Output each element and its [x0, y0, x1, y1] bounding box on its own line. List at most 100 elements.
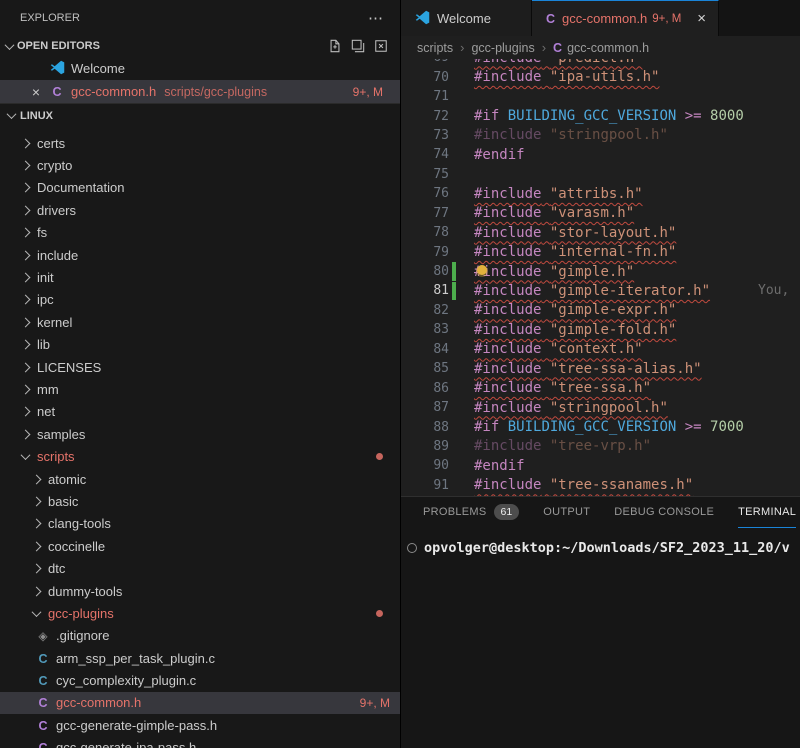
- gutter-spacer: [452, 301, 456, 319]
- token: #endif: [474, 458, 525, 474]
- tree-item-lib[interactable]: lib: [0, 334, 400, 356]
- panel-tab-terminal[interactable]: TERMINAL: [738, 497, 796, 528]
- tree-item-certs[interactable]: certs: [0, 132, 400, 154]
- code-line-84[interactable]: 84#include "context.h": [401, 340, 800, 359]
- tree-item-documentation[interactable]: Documentation: [0, 177, 400, 199]
- chevron-right-icon: [21, 362, 31, 372]
- c-header-file-icon: C: [36, 718, 50, 733]
- code-text: #endif: [474, 458, 525, 474]
- panel-tab-problems[interactable]: PROBLEMS61: [423, 497, 519, 528]
- gutter-spacer: [452, 165, 456, 183]
- code-line-70[interactable]: 70#include "ipa-utils.h": [401, 67, 800, 86]
- code-line-87[interactable]: 87#include "stringpool.h": [401, 398, 800, 417]
- code-line-77[interactable]: 77#include "varasm.h": [401, 204, 800, 223]
- code-line-69[interactable]: 69#include "predict.h": [401, 59, 800, 67]
- breadcrumb-item-scripts[interactable]: scripts: [417, 41, 453, 55]
- code-line-74[interactable]: 74#endif: [401, 145, 800, 164]
- code-line-73[interactable]: 73#include "stringpool.h": [401, 126, 800, 145]
- code-line-72[interactable]: 72#if BUILDING_GCC_VERSION >= 8000: [401, 106, 800, 125]
- close-editor-icon[interactable]: ×: [0, 84, 48, 100]
- line-number: 90: [401, 458, 449, 473]
- chevron-right-icon: [32, 496, 42, 506]
- vscode-logo-icon: [415, 10, 430, 28]
- open-editor-description: scripts/gcc-plugins: [164, 85, 267, 99]
- code-line-75[interactable]: 75: [401, 165, 800, 184]
- panel-tab-output[interactable]: OUTPUT: [543, 497, 590, 528]
- tree-item-dtc[interactable]: dtc: [0, 557, 400, 579]
- tree-item-licenses[interactable]: LICENSES: [0, 356, 400, 378]
- tree-item-gcc-generate-ipa-pass-h[interactable]: Cgcc-generate-ipa-pass.h: [0, 737, 400, 748]
- tree-item-mm[interactable]: mm: [0, 378, 400, 400]
- tab-gcc-common-h[interactable]: Cgcc-common.h9+, M×: [532, 0, 719, 36]
- code-line-90[interactable]: 90 #endif: [401, 456, 800, 475]
- save-all-icon[interactable]: [351, 39, 365, 53]
- gutter-spacer: [452, 146, 456, 164]
- code-line-88[interactable]: 88#if BUILDING_GCC_VERSION >= 7000: [401, 417, 800, 436]
- code-line-83[interactable]: 83#include "gimple-fold.h": [401, 320, 800, 339]
- lightbulb-icon[interactable]: [477, 265, 487, 275]
- tree-item-gcc-plugins[interactable]: gcc-plugins: [0, 602, 400, 624]
- tab-welcome[interactable]: Welcome: [401, 0, 532, 36]
- line-number: 70: [401, 70, 449, 85]
- panel-tab-debug-console[interactable]: DEBUG CONSOLE: [614, 497, 714, 528]
- code-line-85[interactable]: 85#include "tree-ssa-alias.h": [401, 359, 800, 378]
- line-number: 80: [401, 264, 449, 279]
- open-editors-header[interactable]: OPEN EDITORS: [0, 35, 400, 57]
- tree-item-scripts[interactable]: scripts: [0, 445, 400, 467]
- code-line-76[interactable]: 76#include "attribs.h": [401, 184, 800, 203]
- workspace-header[interactable]: LINUX: [0, 103, 400, 127]
- token: #include: [474, 302, 541, 318]
- close-all-editors-icon[interactable]: [374, 39, 388, 53]
- tree-item-clang-tools[interactable]: clang-tools: [0, 513, 400, 535]
- code-line-80[interactable]: 80#include "gimple.h": [401, 262, 800, 281]
- code-editor[interactable]: 69#include "predict.h"70#include "ipa-ut…: [401, 59, 800, 496]
- gutter-spacer: [452, 185, 456, 203]
- tree-item-crypto[interactable]: crypto: [0, 154, 400, 176]
- tree-item-ipc[interactable]: ipc: [0, 289, 400, 311]
- token: "stor-layout.h": [550, 225, 676, 241]
- tree-item-atomic[interactable]: atomic: [0, 468, 400, 490]
- open-editor-gcc-common-h[interactable]: ×Cgcc-common.hscripts/gcc-plugins9+, M: [0, 80, 400, 103]
- code-line-89[interactable]: 89#include "tree-vrp.h": [401, 437, 800, 456]
- tree-item-include[interactable]: include: [0, 244, 400, 266]
- code-line-81[interactable]: 81#include "gimple-iterator.h"You,: [401, 281, 800, 300]
- tree-item-arm-ssp-per-task-plugin-c[interactable]: Carm_ssp_per_task_plugin.c: [0, 647, 400, 669]
- tree-item-gcc-common-h[interactable]: Cgcc-common.h9+, M: [0, 692, 400, 714]
- line-number: 71: [401, 89, 449, 104]
- more-actions-icon[interactable]: ⋯: [368, 9, 384, 27]
- code-line-86[interactable]: 86#include "tree-ssa.h": [401, 378, 800, 397]
- close-tab-icon[interactable]: ×: [697, 11, 706, 26]
- line-number: 86: [401, 381, 449, 396]
- line-number: 91: [401, 478, 449, 493]
- tree-item-fs[interactable]: fs: [0, 222, 400, 244]
- editor-group: WelcomeCgcc-common.h9+, M× scripts›gcc-p…: [401, 0, 800, 748]
- tree-item-net[interactable]: net: [0, 401, 400, 423]
- code-line-79[interactable]: 79#include "internal-fn.h": [401, 242, 800, 261]
- open-editor-welcome[interactable]: Welcome: [0, 57, 400, 80]
- folder-label: fs: [37, 225, 47, 240]
- code-line-78[interactable]: 78#include "stor-layout.h": [401, 223, 800, 242]
- tree-item-dummy-tools[interactable]: dummy-tools: [0, 580, 400, 602]
- line-number: 79: [401, 245, 449, 260]
- token: #include: [474, 400, 541, 416]
- panel-tab-label: DEBUG CONSOLE: [614, 506, 714, 518]
- panel-tab-label: TERMINAL: [738, 506, 796, 518]
- tree-item-init[interactable]: init: [0, 266, 400, 288]
- code-line-71[interactable]: 71: [401, 87, 800, 106]
- tree-item-gcc-generate-gimple-pass-h[interactable]: Cgcc-generate-gimple-pass.h: [0, 714, 400, 736]
- modified-badge: 9+, M: [353, 85, 383, 99]
- tree-item-gitignore[interactable]: ◈.gitignore: [0, 625, 400, 647]
- breadcrumb-item-gcc-plugins[interactable]: gcc-plugins: [471, 41, 534, 55]
- tree-item-drivers[interactable]: drivers: [0, 199, 400, 221]
- tree-item-basic[interactable]: basic: [0, 490, 400, 512]
- code-line-91[interactable]: 91#include "tree-ssanames.h": [401, 476, 800, 495]
- tree-item-coccinelle[interactable]: coccinelle: [0, 535, 400, 557]
- code-line-82[interactable]: 82#include "gimple-expr.h": [401, 301, 800, 320]
- new-untitled-file-icon[interactable]: [328, 39, 342, 53]
- terminal[interactable]: opvolger@desktop:~/Downloads/SF2_2023_11…: [401, 528, 800, 748]
- breadcrumb-item-gcc-common-h[interactable]: Cgcc-common.h: [553, 41, 649, 55]
- tree-item-samples[interactable]: samples: [0, 423, 400, 445]
- chevron-right-icon: [21, 317, 31, 327]
- tree-item-cyc-complexity-plugin-c[interactable]: Ccyc_complexity_plugin.c: [0, 669, 400, 691]
- tree-item-kernel[interactable]: kernel: [0, 311, 400, 333]
